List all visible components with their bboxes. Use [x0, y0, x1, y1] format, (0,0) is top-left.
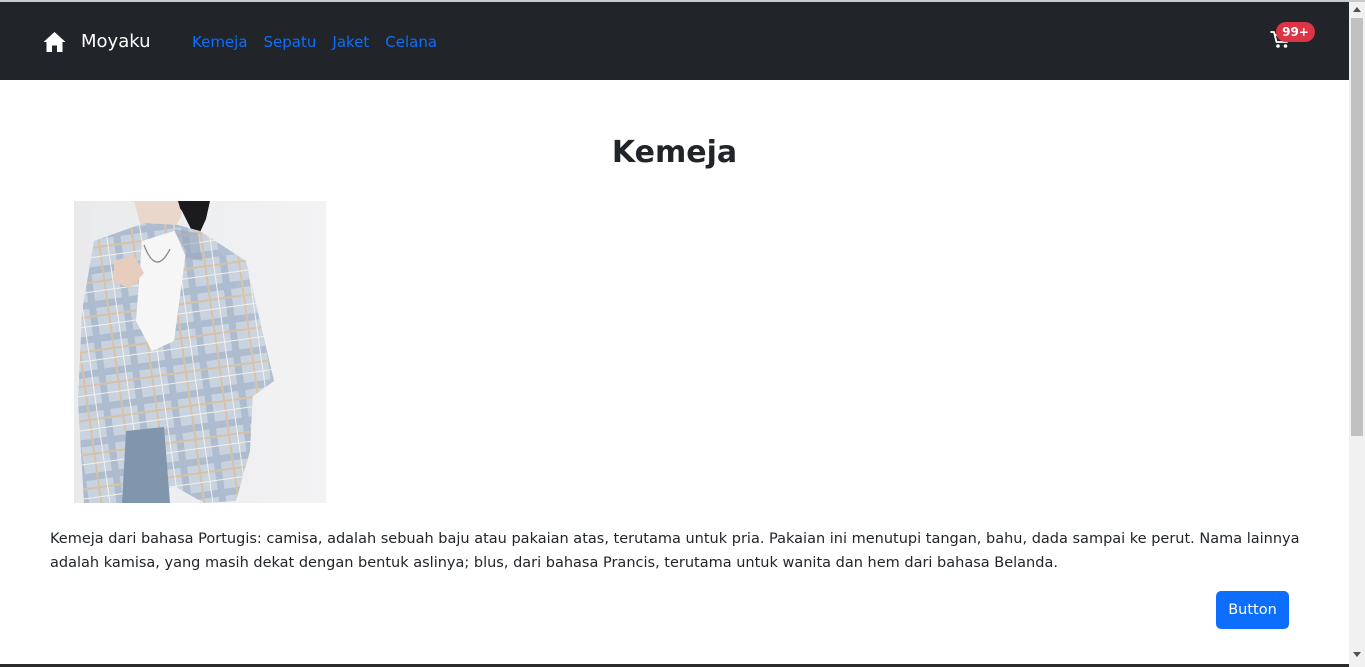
primary-button[interactable]: Button [1216, 591, 1289, 629]
cart-count-badge: 99+ [1276, 22, 1315, 42]
nav-link-kemeja[interactable]: Kemeja [192, 31, 248, 53]
scroll-down-arrow-icon[interactable] [1353, 652, 1361, 657]
brand-name: Moyaku [81, 31, 151, 52]
nav-link-celana[interactable]: Celana [385, 31, 437, 53]
product-image [74, 201, 326, 503]
home-icon [42, 31, 67, 53]
scroll-up-arrow-icon[interactable] [1353, 7, 1361, 12]
nav-link-sepatu[interactable]: Sepatu [264, 31, 317, 53]
vertical-scrollbar[interactable] [1349, 2, 1365, 667]
nav-links: Kemeja Sepatu Jaket Celana [192, 31, 437, 53]
navbar: Moyaku Kemeja Sepatu Jaket Celana [0, 2, 1349, 80]
nav-link-jaket[interactable]: Jaket [332, 31, 369, 53]
brand-link[interactable]: Moyaku [42, 28, 151, 56]
product-description: Kemeja dari bahasa Portugis: camisa, ada… [50, 531, 1300, 571]
scroll-thumb[interactable] [1351, 18, 1363, 436]
page-title: Kemeja [611, 135, 738, 170]
